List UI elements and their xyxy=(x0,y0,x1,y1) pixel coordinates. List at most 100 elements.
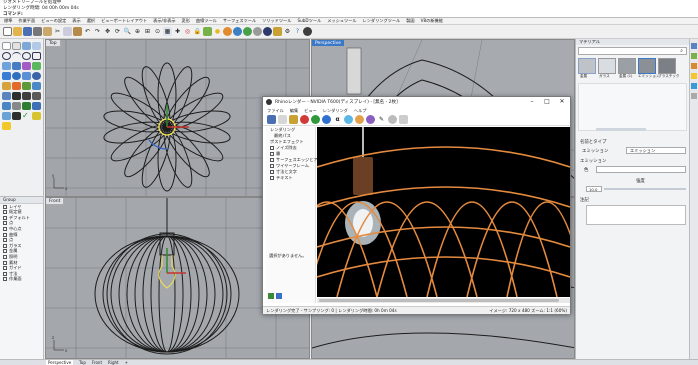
save-image-icon[interactable] xyxy=(267,115,276,124)
surface-icon[interactable] xyxy=(22,62,31,70)
help-icon[interactable]: ? xyxy=(293,27,302,36)
subd-icon[interactable] xyxy=(12,82,21,90)
folder-icon[interactable] xyxy=(276,293,282,299)
tab-mesh-tools[interactable]: メッシュツール xyxy=(327,18,356,24)
sphere-icon[interactable] xyxy=(12,72,21,80)
wire-sphere-icon[interactable] xyxy=(263,27,272,36)
section-name-type[interactable]: 名前とタイプ xyxy=(580,139,606,145)
split-icon[interactable] xyxy=(32,92,41,100)
select-arrow-icon[interactable] xyxy=(2,42,11,50)
intensity-slider[interactable] xyxy=(604,188,686,190)
color-swatch[interactable] xyxy=(596,166,686,173)
new-file-icon[interactable] xyxy=(3,27,12,36)
polygon-icon[interactable] xyxy=(2,62,11,70)
lights-tab-icon[interactable] xyxy=(691,73,697,79)
open-file-icon[interactable] xyxy=(13,27,22,36)
render-menu-edit[interactable]: 編集 xyxy=(290,108,298,114)
tab-select[interactable]: 選択 xyxy=(87,18,95,24)
help-tab-icon[interactable] xyxy=(691,93,697,99)
render-window-titlebar[interactable]: Rhinoレンダー - NVIDIA T600(ディスプレイ) - [無名 - … xyxy=(263,97,570,107)
stop-icon[interactable] xyxy=(399,115,408,124)
join-icon[interactable] xyxy=(2,92,11,100)
material-search-bar[interactable]: ⌕ xyxy=(578,47,687,55)
tab-curve-tools[interactable]: 曲線ツール xyxy=(196,18,217,24)
brush-icon[interactable]: ✎ xyxy=(377,115,386,124)
render-menu-view[interactable]: ビュー xyxy=(304,108,317,114)
cylinder-icon[interactable] xyxy=(22,72,31,80)
render-sphere-icon[interactable] xyxy=(233,27,242,36)
render-canvas[interactable] xyxy=(317,127,570,297)
zoom-selected-icon[interactable]: ⊙ xyxy=(153,27,162,36)
channel-blue-icon[interactable] xyxy=(322,115,331,124)
tab-viewport-layout[interactable]: ビューポートレイアウト xyxy=(101,18,147,24)
freeform-icon[interactable] xyxy=(12,62,21,70)
render-menu-render[interactable]: レンダリング xyxy=(323,108,348,114)
properties-tab-icon[interactable] xyxy=(691,43,697,49)
tab-drafting[interactable]: 製図 xyxy=(406,18,414,24)
mirror-icon[interactable] xyxy=(12,102,21,110)
tab-transform[interactable]: 変形 xyxy=(182,18,190,24)
render-menu-help[interactable]: ヘルプ xyxy=(354,108,367,114)
notes-textarea[interactable] xyxy=(586,205,686,225)
render-icon[interactable] xyxy=(273,27,282,36)
material-icon[interactable] xyxy=(223,27,232,36)
mesh-icon[interactable] xyxy=(2,82,11,90)
tab-solid-tools[interactable]: ソリッドツール xyxy=(262,18,291,24)
tab-front[interactable]: Front xyxy=(92,360,102,365)
grid-icon[interactable]: ▦ xyxy=(163,27,172,36)
viewport-title-top[interactable]: Top xyxy=(46,40,61,47)
move-icon[interactable]: ✚ xyxy=(173,27,182,36)
layer-icon[interactable] xyxy=(203,27,212,36)
close-button[interactable]: ✕ xyxy=(555,98,569,105)
channel-red-icon[interactable] xyxy=(300,115,309,124)
minimize-button[interactable]: – xyxy=(525,98,539,105)
curve-icon[interactable] xyxy=(32,42,41,50)
undo-icon[interactable]: ↶ xyxy=(83,27,92,36)
layer-item[interactable]: 作業面 xyxy=(0,276,43,282)
copy-image-icon[interactable] xyxy=(278,115,287,124)
material-tab-header[interactable]: マテリアル xyxy=(576,39,689,45)
tone-icon[interactable] xyxy=(366,115,375,124)
environment-tab-icon[interactable] xyxy=(691,83,697,89)
boolean-icon[interactable] xyxy=(22,82,31,90)
solid-box-icon[interactable] xyxy=(2,72,11,80)
rectangle-icon[interactable] xyxy=(32,52,41,60)
save-icon[interactable] xyxy=(23,27,32,36)
tab-subd-tools[interactable]: SubDツール xyxy=(297,18,321,24)
section-notes[interactable]: 注記 xyxy=(580,197,589,203)
clipboard-icon[interactable] xyxy=(43,27,52,36)
tab-top[interactable]: Top xyxy=(79,360,86,365)
material-thumb-metal-2[interactable] xyxy=(618,58,636,74)
check-icon[interactable]: ✓ xyxy=(22,112,31,120)
render-again-icon[interactable] xyxy=(289,115,298,124)
material-thumb-metal[interactable] xyxy=(578,58,596,74)
arc-icon[interactable] xyxy=(12,52,21,60)
material-thumb-plastic[interactable] xyxy=(658,58,676,74)
color-adjust-icon[interactable] xyxy=(344,115,353,124)
image-icon[interactable] xyxy=(268,293,274,299)
layers-tab-icon[interactable] xyxy=(691,53,697,59)
tab-surface-tools[interactable]: サーフェスツール xyxy=(223,18,256,24)
scale-icon[interactable] xyxy=(22,102,31,110)
print-icon[interactable] xyxy=(33,27,42,36)
analyze-icon[interactable] xyxy=(12,112,21,120)
material-type-dropdown[interactable]: エミッション xyxy=(626,147,686,154)
channel-green-icon[interactable] xyxy=(311,115,320,124)
polyline-icon[interactable] xyxy=(22,42,31,50)
tab-cplane[interactable]: 作業平面 xyxy=(18,18,35,24)
tab-standard[interactable]: 標準 xyxy=(4,18,12,24)
zoom-icon[interactable]: 🔍 xyxy=(123,27,132,36)
render-menu-file[interactable]: ファイル xyxy=(267,108,284,114)
lock-icon[interactable]: 🔒 xyxy=(193,27,202,36)
array-icon[interactable] xyxy=(2,102,11,110)
copy-icon[interactable] xyxy=(63,27,72,36)
tab-whats-new[interactable]: V8の新機能 xyxy=(421,18,443,24)
explode-icon[interactable] xyxy=(12,92,21,100)
viewport-title-front[interactable]: Front xyxy=(46,198,65,205)
options-icon[interactable]: ⚙ xyxy=(283,27,292,36)
circle-icon[interactable] xyxy=(2,52,11,60)
rotate-view-icon[interactable]: ⟳ xyxy=(113,27,122,36)
dimension-icon[interactable] xyxy=(2,112,11,120)
material-thumb-glass[interactable] xyxy=(598,58,616,74)
render-scrollbar[interactable] xyxy=(317,298,570,303)
